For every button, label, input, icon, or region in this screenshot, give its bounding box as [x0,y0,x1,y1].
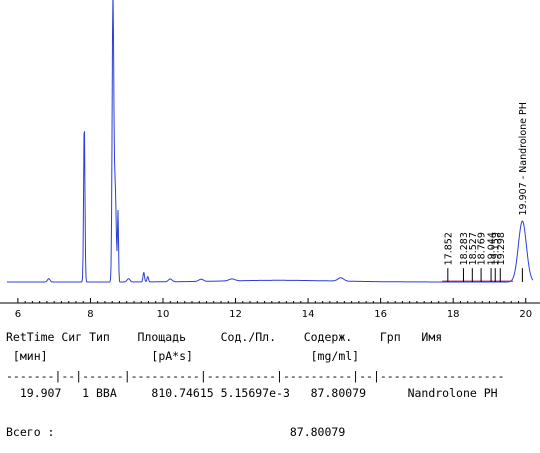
x-tick-label: 10 [157,309,170,320]
x-tick-label: 16 [374,309,387,320]
x-tick-label: 20 [519,309,532,320]
peak-label: 17.852 [443,232,454,265]
peak-label: 19.298 [496,232,507,265]
report-separator-row: -------|--|------|----------|----------|… [6,369,505,383]
report-total-row: Всего : 87.80079 [6,425,346,439]
report-header-row: RetTime Сиг Тип Площадь Сод./Пл. Содерж.… [6,330,443,344]
chromatogram-svg: 6 8 10 12 14 16 18 20 17.852 18.28318.52718.7691… [0,0,540,320]
peak-label: 19.907 - Nandrolone PH [518,102,529,215]
x-tick-label: 14 [302,309,315,320]
x-tick-label: 18 [447,309,460,320]
report-units-row: [мин] [pA*s] [mg/ml] [6,349,360,363]
x-tick-label: 8 [87,309,93,320]
report-data-row: 19.907 1 BBA 810.74615 5.15697e-3 87.800… [6,386,498,400]
chromatogram-plot: 6 8 10 12 14 16 18 20 17.852 18.283 18.527 18.769 1… [0,0,540,323]
x-tick-label: 12 [229,309,242,320]
x-tick-label: 6 [15,309,21,320]
